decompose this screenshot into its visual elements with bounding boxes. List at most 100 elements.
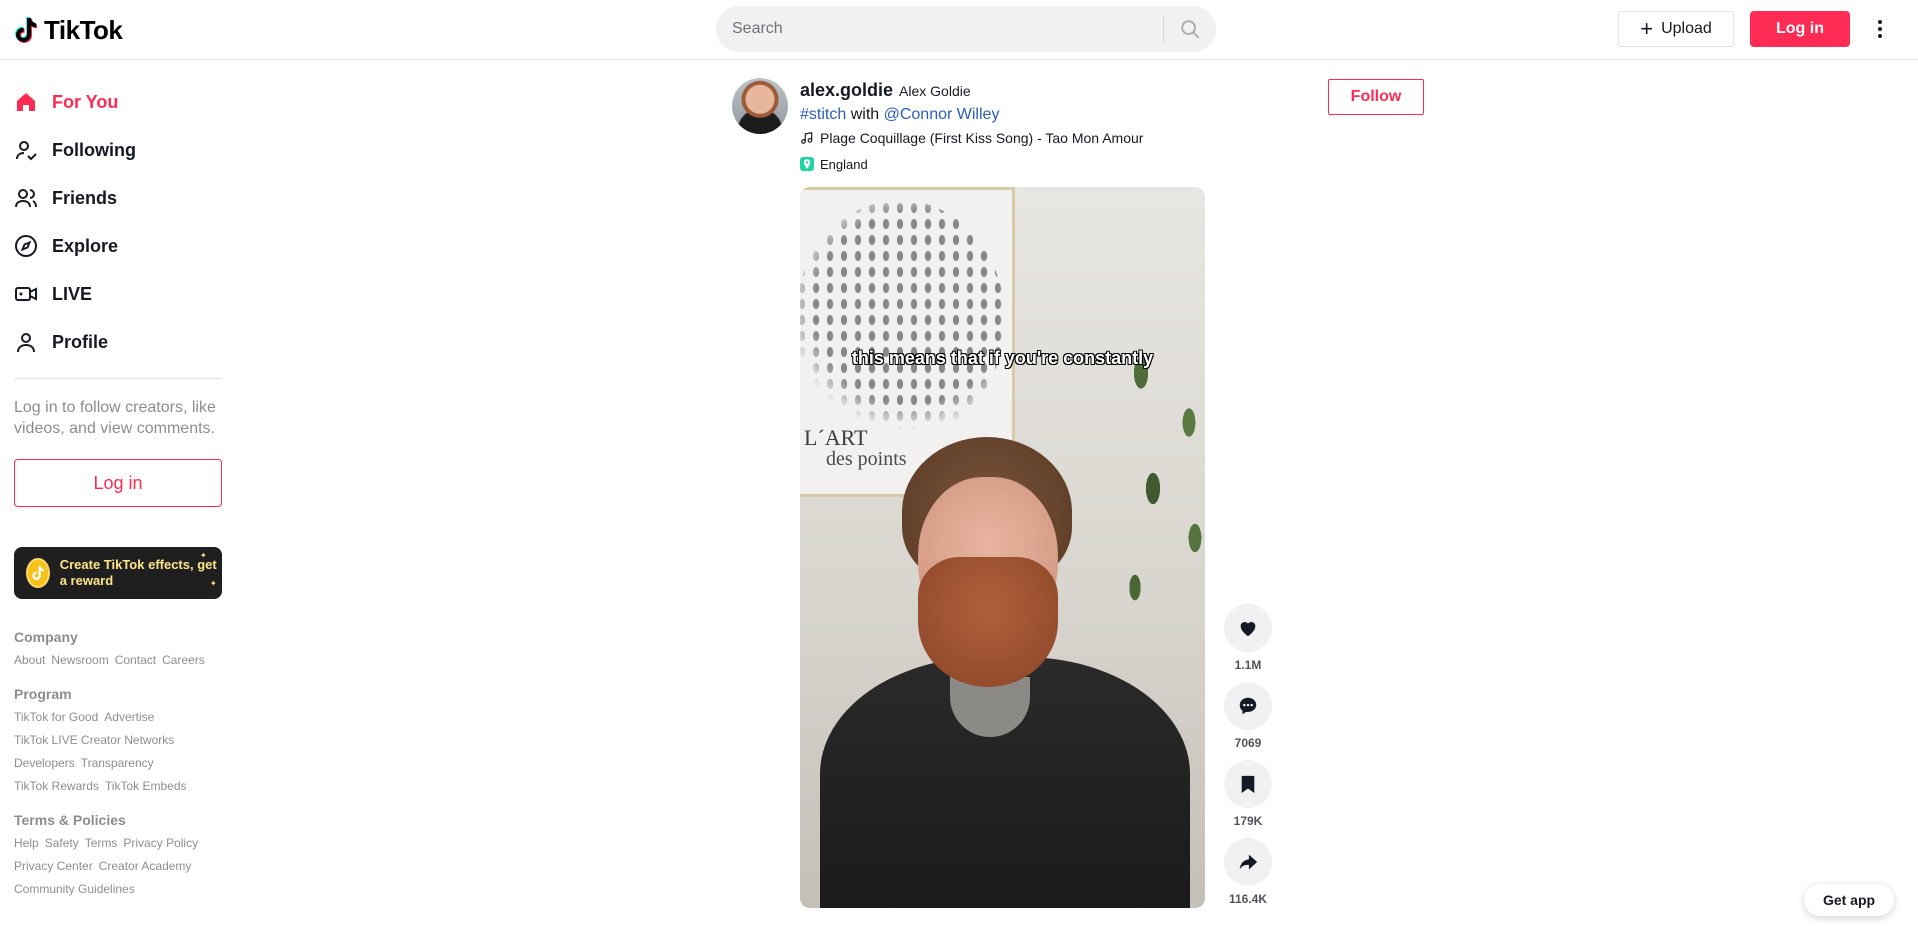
footer-link[interactable]: TikTok Rewards <box>14 779 99 794</box>
tiktok-logo-icon <box>15 17 37 43</box>
header-login-button[interactable]: Log in <box>1750 11 1850 47</box>
footer-link[interactable]: Advertise <box>104 710 154 725</box>
footer-link[interactable]: Newsroom <box>51 653 108 668</box>
search-input[interactable] <box>716 6 1163 52</box>
login-prompt-text: Log in to follow creators, like videos, … <box>14 399 216 437</box>
music-info[interactable]: Plage Coquillage (First Kiss Song) - Tao… <box>800 130 1143 146</box>
sidebar-item-following[interactable]: Following <box>14 126 240 174</box>
sidebar-item-label: Following <box>52 139 136 160</box>
upload-button[interactable]: + Upload <box>1618 11 1734 47</box>
sidebar: For You Following Friends Explore LIVE P… <box>0 60 240 926</box>
get-app-button[interactable]: Get app <box>1804 884 1894 916</box>
footer-link[interactable]: TikTok for Good <box>14 710 98 725</box>
sidebar-item-label: Profile <box>52 331 109 352</box>
sidebar-item-explore[interactable]: Explore <box>14 222 240 270</box>
author-username[interactable]: alex.goldie <box>800 80 893 101</box>
sidebar-item-friends[interactable]: Friends <box>14 174 240 222</box>
logo-text: TikTok <box>44 14 123 45</box>
sidebar-item-label: For You <box>52 91 119 112</box>
sidebar-item-for-you[interactable]: For You <box>14 78 240 126</box>
footer-link[interactable]: TikTok Embeds <box>105 779 187 794</box>
sparkle-icon: ✦ <box>200 551 207 560</box>
author-nickname: Alex Goldie <box>899 83 971 99</box>
sidebar-item-label: Friends <box>52 187 118 208</box>
author-avatar[interactable] <box>732 78 788 134</box>
sidebar-divider <box>14 378 222 379</box>
follow-button[interactable]: Follow <box>1328 79 1424 115</box>
music-title: Plage Coquillage (First Kiss Song) - Tao… <box>820 130 1144 146</box>
compass-icon <box>14 234 38 258</box>
heart-icon <box>1240 622 1256 637</box>
plus-icon: + <box>1640 16 1654 41</box>
home-icon <box>14 90 38 114</box>
upload-label: Upload <box>1661 20 1712 37</box>
footer-link[interactable]: Creator Academy <box>99 859 192 874</box>
comment-button[interactable] <box>1224 682 1272 730</box>
more-options-icon[interactable] <box>1870 14 1890 44</box>
share-count: 116.4K <box>1228 892 1268 906</box>
video-subtitle: this means that if you're constantly <box>851 348 1154 368</box>
footer-link[interactable]: About <box>14 653 45 668</box>
person-beard <box>918 557 1058 687</box>
sidebar-item-profile[interactable]: Profile <box>14 318 240 366</box>
location-tag[interactable]: England <box>800 154 868 174</box>
location-pin-icon <box>800 157 814 171</box>
poster-dots-pattern <box>800 200 1005 440</box>
top-header: TikTok + Upload Log in <box>0 0 1918 60</box>
footer-link[interactable]: Transparency <box>81 756 154 771</box>
footer-program-links: TikTok for Good Advertise TikTok LIVE Cr… <box>14 710 234 794</box>
sidebar-item-live[interactable]: LIVE <box>14 270 240 318</box>
following-icon <box>14 138 38 162</box>
poster-subtitle: des points <box>826 448 907 470</box>
sidebar-item-label: Explore <box>52 235 119 256</box>
footer-program-title: Program <box>14 686 72 702</box>
caption-text: with <box>850 106 880 123</box>
like-action: 1.1M <box>1224 604 1272 673</box>
footer-link[interactable]: Careers <box>162 653 205 668</box>
footer-link[interactable]: TikTok LIVE Creator Networks <box>14 733 174 748</box>
footer-link[interactable]: Privacy Center <box>14 859 93 874</box>
live-icon <box>14 282 38 306</box>
action-bar: 1.1M 7069 179K 116.4K <box>1224 604 1272 916</box>
bookmark-icon <box>1241 775 1255 793</box>
like-button[interactable] <box>1224 604 1272 652</box>
post-caption: #stitch with @Connor Willey <box>800 106 999 124</box>
footer-link[interactable]: Privacy Policy <box>123 836 198 851</box>
profile-icon <box>14 330 38 354</box>
video-player[interactable]: L´ART des points this means that if you'… <box>800 187 1205 908</box>
friends-icon <box>14 186 38 210</box>
footer-link[interactable]: Safety <box>45 836 79 851</box>
footer-link[interactable]: Terms <box>85 836 118 851</box>
share-action: 116.4K <box>1224 838 1272 907</box>
share-icon <box>1239 854 1258 870</box>
footer-terms-links: Help Safety Terms Privacy Policy Privacy… <box>14 836 234 897</box>
footer-link[interactable]: Contact <box>115 653 156 668</box>
mention-link[interactable]: @Connor Willey <box>884 106 1000 123</box>
effects-banner-text: Create TikTok effects, get a reward <box>59 557 217 588</box>
share-button[interactable] <box>1224 838 1272 886</box>
search-button[interactable] <box>1164 6 1216 52</box>
poster-title: L´ART <box>804 425 868 450</box>
sidebar-login-button[interactable]: Log in <box>14 459 222 507</box>
footer-link[interactable]: Help <box>14 836 39 851</box>
hashtag-link[interactable]: #stitch <box>800 106 846 123</box>
search-icon <box>1181 20 1200 39</box>
footer-link[interactable]: Community Guidelines <box>14 882 135 897</box>
search-bar <box>716 6 1216 52</box>
bookmark-count: 179K <box>1233 814 1263 828</box>
sidebar-nav: For You Following Friends Explore LIVE P… <box>14 78 240 366</box>
create-effects-banner[interactable]: Create TikTok effects, get a reward ✦ ✦ <box>14 547 222 599</box>
footer-company-links: About Newsroom Contact Careers <box>14 653 234 668</box>
tiktok-logo[interactable]: TikTok <box>14 14 123 46</box>
comment-action: 7069 <box>1224 682 1272 751</box>
bookmark-action: 179K <box>1224 760 1272 829</box>
footer-company-title: Company <box>14 629 78 645</box>
sparkle-icon: ✦ <box>210 579 217 588</box>
music-note-icon <box>801 132 813 144</box>
sidebar-item-label: LIVE <box>52 283 93 304</box>
comment-count: 7069 <box>1234 736 1262 750</box>
author-info: alex.goldie Alex Goldie <box>800 80 971 101</box>
footer-link[interactable]: Developers <box>14 756 75 771</box>
like-count: 1.1M <box>1234 658 1262 672</box>
bookmark-button[interactable] <box>1224 760 1272 808</box>
